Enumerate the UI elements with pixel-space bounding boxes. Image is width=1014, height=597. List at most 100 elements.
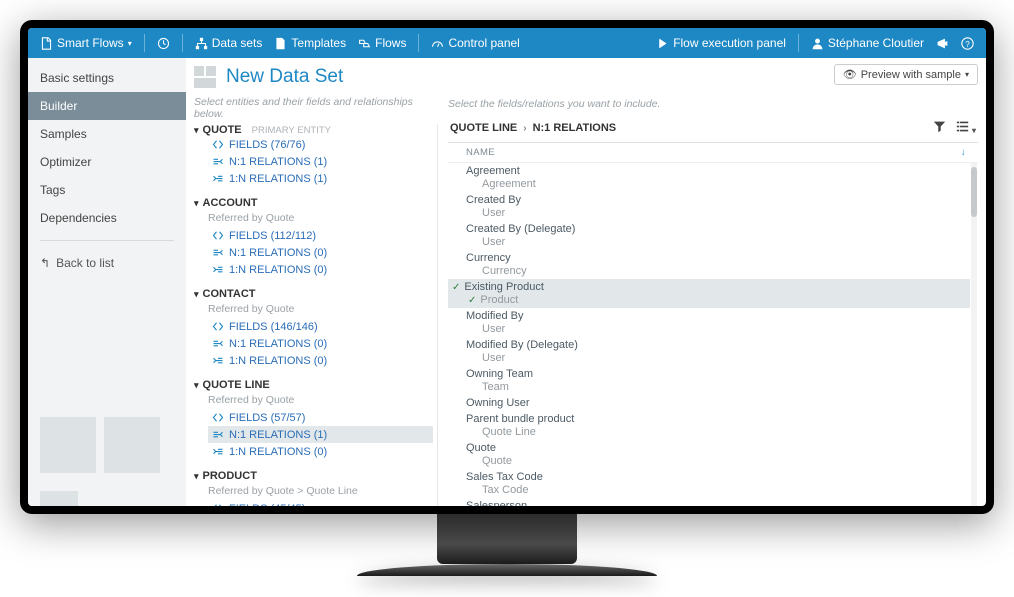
relation-row[interactable]: QuoteQuote xyxy=(448,440,970,469)
referred-by-label: Referred by Quote xyxy=(208,394,433,406)
left-hint: Select entities and their fields and rel… xyxy=(194,96,438,120)
nav-control-panel[interactable]: Control panel xyxy=(427,36,523,50)
nav-templates-label: Templates xyxy=(291,36,346,50)
clock-icon xyxy=(157,37,170,50)
top-nav: Smart Flows ▾ Data sets Templates xyxy=(28,28,986,58)
nav-data-sets-label: Data sets xyxy=(212,36,263,50)
n1-icon xyxy=(212,428,224,441)
back-arrow-icon: ↰ xyxy=(40,256,50,270)
tree-leaf-1n[interactable]: 1:N RELATIONS (1) xyxy=(208,170,433,187)
n1-icon xyxy=(212,337,224,350)
relation-list: AgreementAgreementCreated ByUserCreated … xyxy=(448,163,978,506)
1n-icon xyxy=(212,354,224,367)
tree-leaf-n1[interactable]: N:1 RELATIONS (0) xyxy=(208,244,433,261)
brand[interactable]: Smart Flows ▾ xyxy=(36,36,136,50)
question-icon: ? xyxy=(961,37,974,50)
chevron-down-icon: ▾ xyxy=(965,70,969,79)
flow-execution-panel[interactable]: Flow execution panel xyxy=(652,36,790,50)
user-name-label: Stéphane Cloutier xyxy=(828,36,924,50)
file-icon xyxy=(274,37,287,50)
entity-contact[interactable]: ▾CONTACT xyxy=(194,288,433,300)
sidebar-item-basic-settings[interactable]: Basic settings xyxy=(28,64,186,92)
relation-row[interactable]: Modified By (Delegate)User xyxy=(448,337,970,366)
caret-down-icon: ▾ xyxy=(194,471,199,482)
scrollbar-thumb[interactable] xyxy=(971,167,977,217)
back-to-list[interactable]: ↰ Back to list xyxy=(28,249,186,277)
1n-icon xyxy=(212,263,224,276)
entity-product[interactable]: ▾PRODUCT xyxy=(194,470,433,482)
nav-data-sets[interactable]: Data sets xyxy=(191,36,267,50)
chevron-down-icon: ▾ xyxy=(128,39,132,48)
history-button[interactable] xyxy=(153,37,174,50)
tree-leaf-n1[interactable]: N:1 RELATIONS (0) xyxy=(208,335,433,352)
fields-icon xyxy=(212,320,224,333)
tree-leaf-n1[interactable]: N:1 RELATIONS (1) xyxy=(208,153,433,170)
filter-icon[interactable] xyxy=(933,120,946,136)
sidebar-item-builder[interactable]: Builder xyxy=(28,92,186,120)
fields-icon xyxy=(212,502,224,506)
tree-leaf-fields[interactable]: FIELDS (112/112) xyxy=(208,227,433,244)
relation-row[interactable]: SalespersonUser xyxy=(448,498,970,506)
referred-by-label: Referred by Quote xyxy=(208,212,433,224)
sidebar-item-samples[interactable]: Samples xyxy=(28,120,186,148)
sidebar-item-optimizer[interactable]: Optimizer xyxy=(28,148,186,176)
left-sidebar: Basic settingsBuilderSamplesOptimizerTag… xyxy=(28,58,186,506)
relation-row[interactable]: Parent bundle productQuote Line xyxy=(448,411,970,440)
tree-leaf-fields[interactable]: FIELDS (45/45) xyxy=(208,500,433,506)
tree-leaf-n1[interactable]: N:1 RELATIONS (1) xyxy=(208,426,433,443)
caret-down-icon: ▾ xyxy=(194,125,199,136)
nav-templates[interactable]: Templates xyxy=(270,36,350,50)
referred-by-label: Referred by Quote > Quote Line xyxy=(208,485,433,497)
relation-row[interactable]: Owning User xyxy=(448,395,970,411)
eye-icon: 👁 xyxy=(843,68,857,81)
tree-leaf-1n[interactable]: 1:N RELATIONS (0) xyxy=(208,352,433,369)
tree-leaf-1n[interactable]: 1:N RELATIONS (0) xyxy=(208,261,433,278)
entity-quote[interactable]: ▾QUOTEPRIMARY ENTITY xyxy=(194,124,433,136)
play-icon xyxy=(656,37,669,50)
caret-down-icon: ▾ xyxy=(194,380,199,391)
1n-icon xyxy=(212,172,224,185)
relation-row[interactable]: Created ByUser xyxy=(448,192,970,221)
preview-with-sample-button[interactable]: 👁 Preview with sample ▾ xyxy=(834,64,978,85)
caret-down-icon: ▾ xyxy=(194,198,199,209)
relation-row[interactable]: CurrencyCurrency xyxy=(448,250,970,279)
tree-leaf-fields[interactable]: FIELDS (57/57) xyxy=(208,409,433,426)
nav-control-panel-label: Control panel xyxy=(448,36,519,50)
help-button[interactable]: ? xyxy=(957,37,978,50)
fields-icon xyxy=(212,411,224,424)
referred-by-label: Referred by Quote xyxy=(208,303,433,315)
sidebar-item-dependencies[interactable]: Dependencies xyxy=(28,204,186,232)
fields-icon xyxy=(212,138,224,151)
tree-leaf-fields[interactable]: FIELDS (146/146) xyxy=(208,318,433,335)
list-options-icon[interactable]: ▾ xyxy=(956,120,976,136)
sort-arrow-icon: ↓ xyxy=(961,147,966,158)
caret-down-icon: ▾ xyxy=(194,289,199,300)
chevron-right-icon: › xyxy=(523,123,526,134)
announcements-button[interactable] xyxy=(932,37,953,50)
relation-row[interactable]: Existing ProductProduct xyxy=(448,279,970,308)
relation-row[interactable]: AgreementAgreement xyxy=(448,163,970,192)
1n-icon xyxy=(212,445,224,458)
relation-breadcrumb: QUOTE LINE › N:1 RELATIONS ▾ xyxy=(448,114,978,143)
n1-icon xyxy=(212,155,224,168)
breadcrumb-section: N:1 RELATIONS xyxy=(533,122,617,134)
sidebar-item-tags[interactable]: Tags xyxy=(28,176,186,204)
megaphone-icon xyxy=(936,37,949,50)
entity-quote-line[interactable]: ▾QUOTE LINE xyxy=(194,379,433,391)
relation-row[interactable]: Owning TeamTeam xyxy=(448,366,970,395)
tree-leaf-1n[interactable]: 1:N RELATIONS (0) xyxy=(208,443,433,460)
sidebar-placeholder xyxy=(28,417,186,506)
tree-leaf-fields[interactable]: FIELDS (76/76) xyxy=(208,136,433,153)
column-header[interactable]: NAME ↓ xyxy=(448,143,978,163)
svg-text:?: ? xyxy=(965,39,970,48)
entity-account[interactable]: ▾ACCOUNT xyxy=(194,197,433,209)
relation-row[interactable]: Sales Tax CodeTax Code xyxy=(448,469,970,498)
page-title: New Data Set xyxy=(226,66,343,88)
relation-row[interactable]: Modified ByUser xyxy=(448,308,970,337)
user-menu[interactable]: Stéphane Cloutier xyxy=(807,36,928,50)
nav-flows[interactable]: Flows xyxy=(354,36,410,50)
relation-row[interactable]: Created By (Delegate)User xyxy=(448,221,970,250)
nav-flows-label: Flows xyxy=(375,36,406,50)
breadcrumb-entity: QUOTE LINE xyxy=(450,122,517,134)
brand-label: Smart Flows xyxy=(57,36,124,50)
